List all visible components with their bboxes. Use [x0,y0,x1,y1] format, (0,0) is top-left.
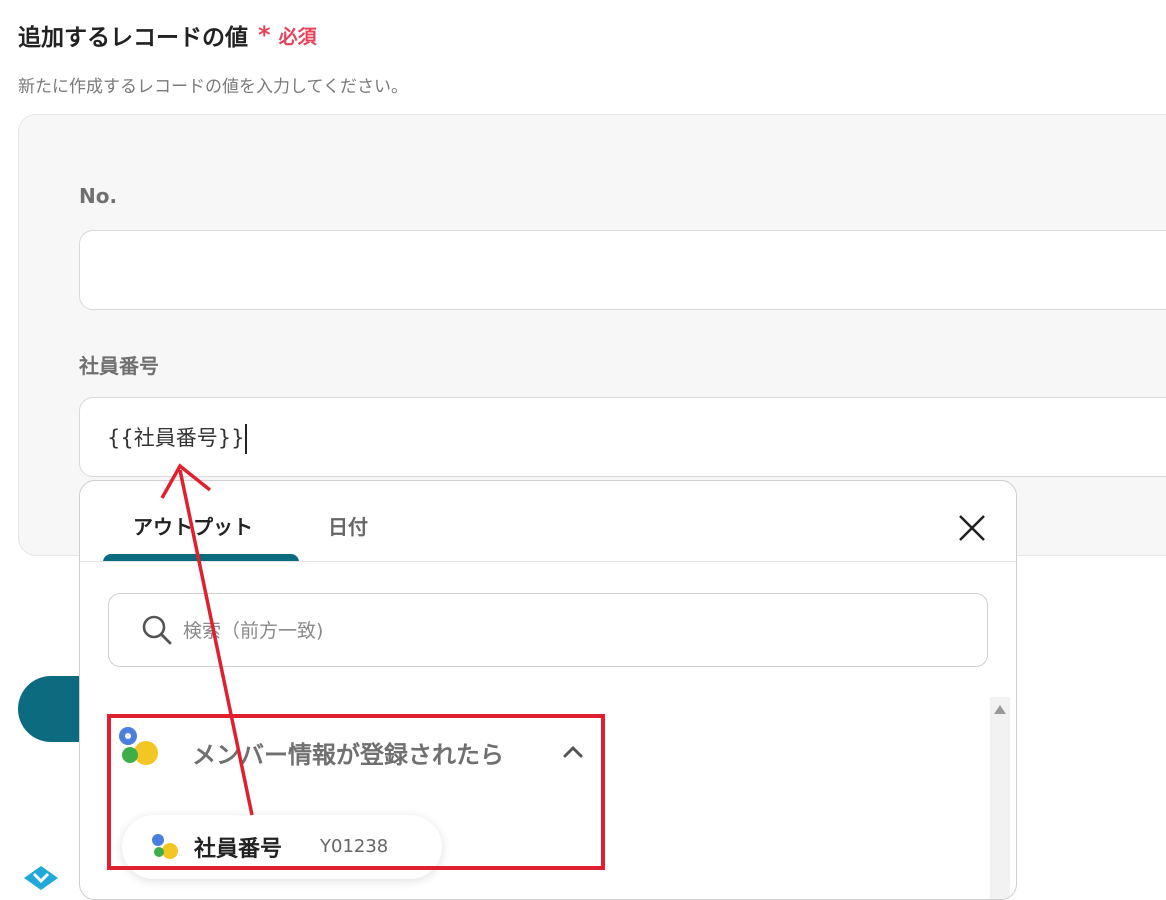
tab-output[interactable]: アウトプット [133,511,253,540]
output-item-employee-number[interactable]: 社員番号 Y01238 [122,815,442,879]
search-input[interactable] [181,610,945,652]
employee-number-input-value: {{社員番号}} [107,422,248,454]
search-box [108,593,988,667]
close-icon[interactable] [955,511,989,545]
output-picker-dropdown: アウトプット 日付 メンバー情報が登録されたら [79,480,1017,900]
scrollbar[interactable] [990,697,1010,899]
yoom-trigger-logo-icon [119,727,158,765]
text-caret [245,424,248,454]
yoom-trigger-logo-icon [152,834,178,859]
group-title: メンバー情報が登録されたら [192,741,504,769]
employee-number-value-text: {{社員番号}} [107,426,245,450]
output-item-label: 社員番号 [194,837,283,862]
section-title: 追加するレコードの値 * 必須 [18,18,317,52]
output-item-value: Y01238 [320,836,389,857]
chevron-up-icon[interactable] [560,739,586,765]
section-description: 新たに作成するレコードの値を入力してください。 [18,77,408,97]
output-group-header[interactable]: メンバー情報が登録されたら [116,725,596,785]
required-asterisk-icon: * [258,21,271,49]
search-icon [142,615,172,645]
app-logo-icon [24,866,58,890]
tab-divider [80,561,1016,562]
field-label-employee-number: 社員番号 [79,354,159,378]
tab-date[interactable]: 日付 [328,511,368,540]
scroll-up-arrow-icon[interactable] [994,705,1006,714]
required-label: 必須 [278,25,317,48]
section-title-text: 追加するレコードの値 [18,25,248,51]
no-input[interactable] [79,230,1166,310]
employee-number-input[interactable]: {{社員番号}} [79,397,1166,477]
field-label-no: No. [79,184,118,208]
